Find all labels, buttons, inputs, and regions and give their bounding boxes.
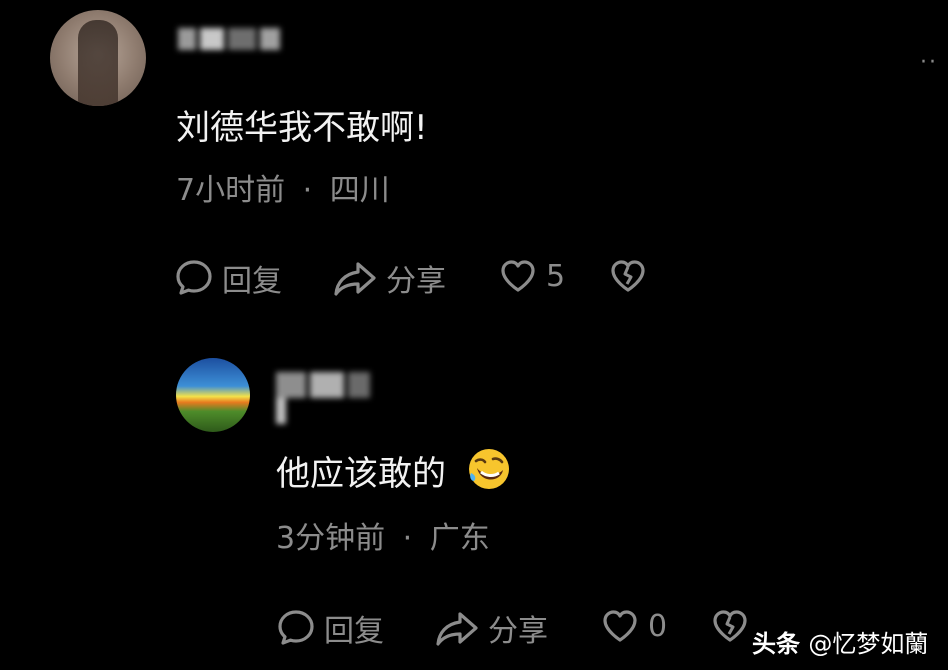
avatar[interactable] <box>176 358 250 432</box>
like-button[interactable]: 0 <box>600 606 667 646</box>
comment-text: 刘德华我不敢啊! <box>176 108 428 148</box>
share-arrow-icon <box>436 612 478 646</box>
avatar-figure <box>78 20 118 106</box>
like-button[interactable]: 5 <box>498 256 565 296</box>
watermark-brand: 头条 <box>752 630 800 658</box>
comment-bubble-icon <box>176 260 212 295</box>
rolling-laughing-emoji-icon <box>468 449 509 489</box>
like-count: 5 <box>546 258 566 294</box>
share-label: 分享 <box>386 264 446 299</box>
comment-location: 四川 <box>329 173 390 208</box>
author-name-blurred[interactable] <box>276 372 386 424</box>
share-button[interactable]: 分享 <box>434 606 548 650</box>
reply-label: 回复 <box>222 264 282 299</box>
dislike-button[interactable] <box>710 606 758 646</box>
comment-text-content: 他应该敢的 <box>276 454 446 494</box>
heart-icon <box>501 260 535 292</box>
comment-text: 他应该敢的 <box>276 446 511 495</box>
share-button[interactable]: 分享 <box>332 256 446 300</box>
reply-label: 回复 <box>324 614 384 649</box>
broken-heart-icon <box>713 610 747 642</box>
watermark: 头条 @忆梦如蘭 <box>752 624 928 659</box>
comment-meta: 7小时前 · 四川 <box>176 165 390 209</box>
more-icon[interactable]: ·· <box>920 50 938 75</box>
broken-heart-icon <box>611 260 645 292</box>
comment-location: 广东 <box>429 521 490 556</box>
meta-separator: · <box>302 173 313 208</box>
comment-time: 3分钟前 <box>276 521 386 556</box>
share-label: 分享 <box>488 614 548 649</box>
share-arrow-icon <box>334 262 376 296</box>
dislike-button[interactable] <box>608 256 656 296</box>
reply-button[interactable]: 回复 <box>174 256 282 300</box>
comment-meta: 3分钟前 · 广东 <box>276 513 490 557</box>
like-count: 0 <box>648 608 668 644</box>
watermark-handle: @忆梦如蘭 <box>808 630 929 658</box>
avatar[interactable] <box>50 10 146 106</box>
meta-separator: · <box>402 521 413 556</box>
comment-bubble-icon <box>278 610 314 645</box>
reply-button[interactable]: 回复 <box>276 606 384 650</box>
comment-time: 7小时前 <box>176 173 286 208</box>
author-name-blurred[interactable] <box>178 28 288 56</box>
heart-icon <box>603 610 637 642</box>
